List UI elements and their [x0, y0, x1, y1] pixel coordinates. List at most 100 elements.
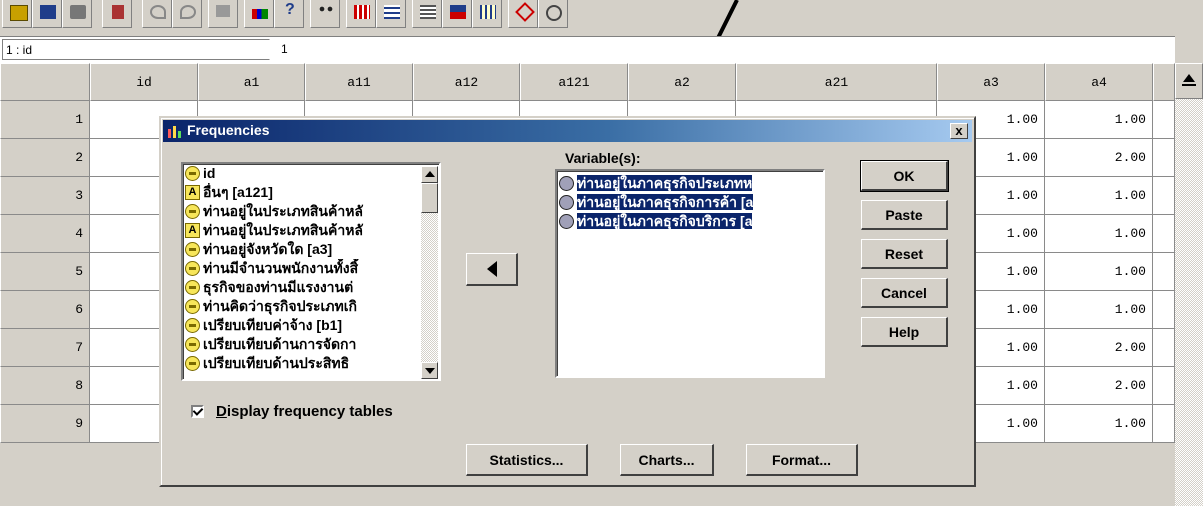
- use-sets-icon[interactable]: [538, 0, 568, 28]
- variables-icon[interactable]: [274, 0, 304, 28]
- row-header[interactable]: 1: [0, 101, 90, 139]
- scroll-up-icon[interactable]: [421, 166, 438, 183]
- reset-button[interactable]: Reset: [861, 239, 948, 269]
- data-cell-empty[interactable]: [1153, 291, 1175, 329]
- column-header[interactable]: id: [90, 63, 198, 101]
- column-header[interactable]: a11: [305, 63, 413, 101]
- scroll-top-icon[interactable]: [1175, 63, 1203, 99]
- undo-icon[interactable]: [142, 0, 172, 28]
- row-header[interactable]: 9: [0, 405, 90, 443]
- find-icon[interactable]: [310, 0, 340, 28]
- selected-variable-item[interactable]: ท่านอยู่ในภาคธุรกิจประเภทห: [557, 174, 823, 193]
- data-cell-a4[interactable]: 1.00: [1045, 215, 1153, 253]
- row-header[interactable]: 4: [0, 215, 90, 253]
- scroll-down-icon[interactable]: [421, 362, 438, 379]
- data-cell-empty[interactable]: [1153, 139, 1175, 177]
- save-icon[interactable]: [32, 0, 62, 28]
- statistics-button[interactable]: Statistics...: [466, 444, 588, 476]
- list-item-label: ท่านมีจำนวนพนักงานทั้งสิ้: [203, 260, 359, 276]
- list-item[interactable]: ท่านคิดว่าธุรกิจประเภทเกิ: [183, 297, 439, 316]
- row-header[interactable]: 7: [0, 329, 90, 367]
- column-header[interactable]: a3: [937, 63, 1045, 101]
- column-header[interactable]: a1: [198, 63, 305, 101]
- column-header[interactable]: a21: [736, 63, 937, 101]
- column-header[interactable]: a2: [628, 63, 736, 101]
- insert-case-icon[interactable]: [346, 0, 376, 28]
- open-icon[interactable]: [2, 0, 32, 28]
- scroll-thumb[interactable]: [421, 183, 438, 213]
- column-header[interactable]: a4: [1045, 63, 1153, 101]
- dialog-titlebar[interactable]: Frequencies x: [163, 120, 972, 142]
- data-cell-a4[interactable]: 1.00: [1045, 101, 1153, 139]
- data-cell-a4[interactable]: 1.00: [1045, 253, 1153, 291]
- cancel-button[interactable]: Cancel: [861, 278, 948, 308]
- data-cell-a4[interactable]: 2.00: [1045, 329, 1153, 367]
- data-cell-empty[interactable]: [1153, 405, 1175, 443]
- select-cases-icon[interactable]: [472, 0, 502, 28]
- move-variable-left-button[interactable]: [466, 253, 518, 286]
- row-header[interactable]: 6: [0, 291, 90, 329]
- list-item[interactable]: อื่นๆ [a121]: [183, 183, 439, 202]
- scale-variable-icon: [185, 280, 200, 295]
- data-cell-empty[interactable]: [1153, 329, 1175, 367]
- value-labels-icon[interactable]: [508, 0, 538, 28]
- row-header[interactable]: 3: [0, 177, 90, 215]
- print-icon[interactable]: [62, 0, 92, 28]
- data-cell-a4[interactable]: 2.00: [1045, 139, 1153, 177]
- selected-variable-item[interactable]: ท่านอยู่ในภาคธุรกิจบริการ [a: [557, 212, 823, 231]
- list-item[interactable]: ท่านอยู่ในประเภทสินค้าหลั: [183, 221, 439, 240]
- selected-variable-list[interactable]: ท่านอยู่ในภาคธุรกิจประเภทหท่านอยู่ในภาคธ…: [555, 169, 825, 378]
- help-button[interactable]: Help: [861, 317, 948, 347]
- data-cell-empty[interactable]: [1153, 215, 1175, 253]
- list-item-label: ท่านอยู่ในประเภทสินค้าหลั: [203, 222, 363, 238]
- redo-icon[interactable]: [172, 0, 202, 28]
- data-cell-a4[interactable]: 1.00: [1045, 291, 1153, 329]
- list-item[interactable]: ท่านอยู่จังหวัดใด [a3]: [183, 240, 439, 259]
- list-item[interactable]: เปรียบเทียบด้านการจัดกา: [183, 335, 439, 354]
- row-header[interactable]: 8: [0, 367, 90, 405]
- data-cell-empty[interactable]: [1153, 101, 1175, 139]
- data-cell-empty[interactable]: [1153, 177, 1175, 215]
- weight-cases-icon[interactable]: [442, 0, 472, 28]
- data-cell-empty[interactable]: [1153, 367, 1175, 405]
- source-variable-list[interactable]: idอื่นๆ [a121]ท่านอยู่ในประเภทสินค้าหลัท…: [181, 162, 441, 381]
- column-header[interactable]: a12: [413, 63, 520, 101]
- list-item[interactable]: ท่านอยู่ในประเภทสินค้าหลั: [183, 202, 439, 221]
- display-frequency-tables-checkbox[interactable]: [191, 404, 204, 418]
- column-header[interactable]: a121: [520, 63, 628, 101]
- goto-case-icon[interactable]: [244, 0, 274, 28]
- string-variable-icon: [185, 223, 200, 238]
- data-cell-a4[interactable]: 1.00: [1045, 177, 1153, 215]
- list-item[interactable]: ท่านมีจำนวนพนักงานทั้งสิ้: [183, 259, 439, 278]
- variables-label: Variable(s):: [565, 150, 641, 166]
- selected-variable-label: ท่านอยู่ในภาคธุรกิจประเภทห: [577, 175, 753, 191]
- dialog-recall-icon[interactable]: [102, 0, 132, 28]
- list-item[interactable]: ธุรกิจของท่านมีแรงงานต่: [183, 278, 439, 297]
- selected-variable-label: ท่านอยู่ในภาคธุรกิจการค้า [a: [577, 194, 754, 210]
- selected-variable-item[interactable]: ท่านอยู่ในภาคธุรกิจการค้า [a: [557, 193, 823, 212]
- grid-vertical-scrollbar[interactable]: [1175, 63, 1203, 506]
- split-file-icon[interactable]: [412, 0, 442, 28]
- display-frequency-tables-option[interactable]: Display frequency tables: [191, 401, 393, 421]
- data-cell-a4[interactable]: 1.00: [1045, 405, 1153, 443]
- list-item-label: อื่นๆ [a121]: [203, 184, 273, 200]
- cell-value-input[interactable]: 1: [278, 39, 1173, 60]
- data-cell-empty[interactable]: [1153, 253, 1175, 291]
- cell-reference[interactable]: 1 : id: [2, 39, 270, 60]
- list-item[interactable]: id: [183, 164, 439, 183]
- format-button[interactable]: Format...: [746, 444, 858, 476]
- list-item[interactable]: เปรียบเทียบค่าจ้าง [b1]: [183, 316, 439, 335]
- row-header[interactable]: 5: [0, 253, 90, 291]
- insert-variable-icon[interactable]: [376, 0, 406, 28]
- charts-button[interactable]: Charts...: [620, 444, 714, 476]
- row-header[interactable]: 2: [0, 139, 90, 177]
- ok-button[interactable]: OK: [860, 160, 949, 192]
- list-item[interactable]: เปรียบเทียบด้านประสิทธิ: [183, 354, 439, 373]
- close-button[interactable]: x: [950, 123, 968, 139]
- data-cell-a4[interactable]: 2.00: [1045, 367, 1153, 405]
- goto-chart-icon[interactable]: [208, 0, 238, 28]
- frequencies-dialog: Frequencies x id อื่นๆ [a121] ท่านอยู่ในปร…: [159, 116, 976, 487]
- source-list-scrollbar[interactable]: [421, 166, 438, 379]
- corner-cell[interactable]: [0, 63, 90, 101]
- paste-button[interactable]: Paste: [861, 200, 948, 230]
